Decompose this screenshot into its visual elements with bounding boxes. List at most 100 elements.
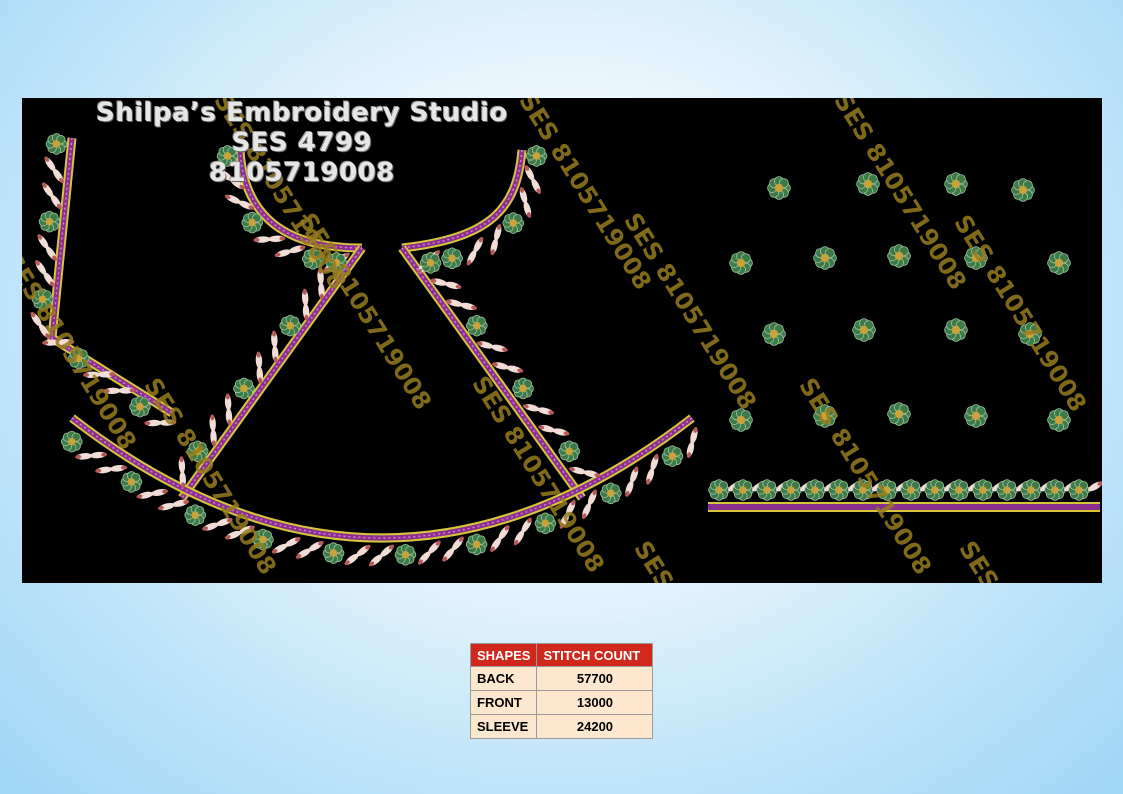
flower-motif <box>512 377 534 400</box>
leaf-motif <box>202 522 219 531</box>
flower-motif <box>465 314 488 337</box>
stitch-count-table: SHAPES STITCH COUNT BACK 57700 FRONT 130… <box>469 643 654 739</box>
leaf-motif <box>473 236 484 253</box>
shape-cell: FRONT <box>469 690 538 715</box>
table-header-row: SHAPES STITCH COUNT <box>469 643 654 667</box>
flower-motif <box>1020 479 1042 501</box>
flower-motif <box>887 402 911 426</box>
flower-motif <box>852 318 876 342</box>
leaf-motif <box>136 491 154 499</box>
leaf-motif <box>301 288 309 306</box>
flower-motif <box>279 314 302 337</box>
stitch-count-cell: 13000 <box>536 690 654 715</box>
flower-motif <box>732 479 754 501</box>
leaf-motif <box>506 365 524 373</box>
flower-motif <box>944 172 968 196</box>
flower-motif <box>780 479 802 501</box>
flower-motif <box>558 440 581 463</box>
flower-motif <box>944 318 968 342</box>
table-row: BACK 57700 <box>469 666 654 691</box>
leaf-motif <box>268 235 286 242</box>
flower-motif <box>465 533 488 556</box>
leaf-motif <box>523 201 532 218</box>
flower-motif <box>502 212 525 234</box>
flower-motif <box>708 479 730 501</box>
leaf-motif <box>690 427 698 444</box>
leaf-motif <box>271 330 278 348</box>
leaf-motif <box>630 466 639 483</box>
leaf-motif <box>491 344 508 352</box>
stitch-count-cell: 24200 <box>536 714 654 739</box>
leaf-motif <box>494 224 502 241</box>
flower-motif <box>804 479 826 501</box>
leaf-motif <box>538 425 555 433</box>
leaf-motif <box>444 281 462 290</box>
leaf-motif <box>95 466 113 474</box>
flower-motif <box>828 479 850 501</box>
flower-motif <box>241 211 264 234</box>
flower-motif <box>762 322 786 346</box>
embroidery-design-panel: SES 8105719008 SES 8105719008 SES 810571… <box>22 98 1102 583</box>
table-row: FRONT 13000 <box>469 690 654 715</box>
flower-motif <box>1047 251 1071 275</box>
flower-motif <box>767 176 791 200</box>
flower-motif <box>729 251 753 275</box>
column-header-shapes: SHAPES <box>469 643 538 667</box>
leaf-motif <box>442 548 455 562</box>
leaf-motif <box>552 428 570 436</box>
flower-motif <box>38 210 61 233</box>
studio-name: Shilpa’s Embroidery Studio <box>96 98 508 128</box>
leaf-motif <box>490 537 502 552</box>
leaf-motif <box>110 464 127 472</box>
flower-motif <box>394 543 417 566</box>
leaf-motif <box>537 407 555 415</box>
leaf-motif <box>569 466 586 475</box>
flower-motif <box>120 471 143 493</box>
leaf-motif <box>90 451 108 459</box>
flower-motif <box>972 479 994 501</box>
flower-motif <box>996 479 1018 501</box>
flower-motif <box>184 504 207 526</box>
flower-motif <box>1044 479 1066 501</box>
flower-motif <box>900 479 922 501</box>
design-code: SES 4799 <box>231 128 373 158</box>
flower-motif <box>964 404 988 428</box>
leaf-motif <box>157 502 175 511</box>
table-row: SLEEVE 24200 <box>469 714 654 739</box>
leaf-motif <box>625 480 634 497</box>
flower-motif <box>322 542 345 564</box>
leaf-motif <box>686 441 695 459</box>
flower-motif <box>948 479 970 501</box>
leaf-motif <box>368 554 383 567</box>
leaf-motif <box>151 488 168 496</box>
leaf-motif <box>650 453 659 471</box>
leaf-motif <box>344 553 359 566</box>
leaf-motif <box>490 238 498 256</box>
leaf-motif <box>253 236 271 243</box>
leaf-motif <box>37 234 49 249</box>
leaf-motif <box>513 530 525 546</box>
flower-motif <box>924 479 946 501</box>
leaf-motif <box>224 393 232 411</box>
flower-motif <box>887 244 911 268</box>
leaf-motif <box>417 551 431 565</box>
leaf-motif <box>460 302 477 310</box>
leaf-motif <box>172 499 190 507</box>
leaf-motif <box>75 453 93 460</box>
flower-motif <box>419 252 442 274</box>
leaf-motif <box>209 414 216 432</box>
flower-motif <box>661 445 684 468</box>
leaf-motif <box>646 468 655 485</box>
leaf-motif <box>274 249 292 258</box>
flower-motif <box>1011 178 1035 202</box>
flower-motif <box>756 479 778 501</box>
column-header-stitch-count: STITCH COUNT <box>536 643 654 667</box>
flower-motif <box>60 430 83 453</box>
leaf-motif <box>295 548 311 559</box>
leaf-motif <box>255 351 263 369</box>
leaf-motif <box>519 187 528 204</box>
shape-cell: BACK <box>469 666 538 691</box>
flower-motif <box>600 482 622 505</box>
shape-cell: SLEEVE <box>469 714 538 739</box>
flower-motif <box>441 247 463 270</box>
